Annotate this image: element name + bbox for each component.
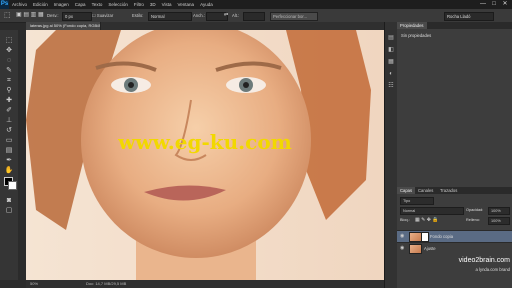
blend-mode-select[interactable]: Normal — [400, 207, 464, 215]
layers-panel: Tipo Normal Opacidad: 100% Bloq.: ▦ ✎ ✥ … — [397, 194, 512, 288]
crop-icon[interactable]: ⌗ — [3, 76, 15, 85]
layer-mask-thumbnail — [421, 232, 429, 242]
swatches-icon[interactable]: ▦ — [387, 58, 395, 66]
brush-icon[interactable]: ✐ — [3, 106, 15, 115]
layer-name[interactable]: Ajuste — [424, 243, 436, 254]
style-label: Estilo: — [132, 13, 144, 18]
lock-row: Bloq.: ▦ ✎ ✥ 🔒 Relleno: 100% — [397, 215, 512, 225]
document-canvas[interactable]: www.eg-ku.com — [26, 30, 384, 280]
smooth-checkbox[interactable]: ☐ Suavizar — [92, 12, 113, 19]
maximize-button[interactable]: □ — [489, 0, 499, 9]
tab-layers[interactable]: Capas — [397, 187, 416, 194]
lock-icons[interactable]: ▦ ✎ ✥ 🔒 — [415, 215, 439, 225]
menu-vista[interactable]: Vista — [159, 2, 175, 7]
menu-imagen[interactable]: Imagen — [51, 2, 72, 7]
adjustments-icon[interactable]: ◐ — [387, 70, 395, 78]
quick-selection-icon[interactable]: ✎ — [3, 66, 15, 75]
lasso-icon[interactable]: ◌ — [3, 56, 15, 65]
smooth-label: Suavizar — [96, 13, 114, 18]
gradient-icon[interactable]: ▤ — [3, 146, 15, 155]
properties-empty-label: Sin propiedades — [401, 33, 432, 38]
brand-subtitle: a lynda.com brand — [475, 267, 510, 272]
visibility-eye-icon[interactable]: ◉ — [400, 243, 406, 254]
eyedropper-icon[interactable]: ⚲ — [3, 86, 15, 95]
menu-texto[interactable]: Texto — [89, 2, 106, 7]
layers-panel-header: Capas Canales Trazados — [397, 187, 512, 194]
fill-label: Relleno: — [466, 218, 480, 222]
document-tab[interactable]: lateras.jpg al 50% (Fondo copia, RGB/8) … — [26, 22, 101, 30]
opacity-label: Opacidad: — [466, 208, 484, 212]
zoom-level[interactable]: 50% — [30, 280, 38, 288]
menu-ventana[interactable]: Ventana — [175, 2, 198, 7]
swap-icon[interactable]: ⇄ — [224, 12, 228, 19]
portrait-photo — [26, 30, 384, 280]
quick-mask-icon[interactable]: ◙ — [3, 196, 15, 205]
workspace-select[interactable]: Rocha Lladó — [444, 12, 494, 21]
pen-icon[interactable]: ✒ — [3, 156, 15, 165]
move-icon[interactable]: ✥ — [3, 46, 15, 55]
eraser-icon[interactable]: ▭ — [3, 136, 15, 145]
menu-3d[interactable]: 3D — [147, 2, 159, 7]
tab-paths[interactable]: Trazados — [437, 187, 460, 194]
selection-mode-icons[interactable]: ▣ ▤ ▥ ▦ — [16, 12, 44, 19]
filter-select[interactable]: Tipo — [400, 197, 434, 205]
layer-row[interactable]: ◉ Fondo copia — [397, 230, 512, 242]
hand-icon[interactable]: ✋ — [3, 166, 15, 175]
clone-stamp-icon[interactable]: ⊥ — [3, 116, 15, 125]
height-input[interactable] — [243, 12, 265, 21]
menu-ayuda[interactable]: Ayuda — [197, 2, 216, 7]
panel-icon-strip: ▤ ◧ ▦ ◐ ☷ — [384, 22, 398, 288]
fill-input[interactable]: 100% — [488, 217, 510, 225]
menu-filtro[interactable]: Filtro — [131, 2, 147, 7]
panel-dock: Propiedades Sin propiedades Capas Canale… — [397, 22, 512, 288]
feather-input[interactable]: 0 px — [62, 12, 92, 21]
layer-filter-row: Tipo — [397, 195, 512, 205]
app-logo: Ps — [0, 0, 9, 9]
menu-edicion[interactable]: Edición — [30, 2, 51, 7]
width-label: Anch.: — [193, 13, 205, 18]
refine-edge-button[interactable]: Perfeccionar bor... — [270, 12, 318, 21]
background-color-swatch[interactable] — [8, 181, 17, 190]
menu-capa[interactable]: Capa — [72, 2, 89, 7]
properties-panel-header: Propiedades — [397, 22, 512, 29]
properties-panel — [397, 29, 512, 187]
tools-panel: ⬚ ✥ ◌ ✎ ⌗ ⚲ ✚ ✐ ⊥ ↺ ▭ ▤ ✒ ✋ ◙ ▢ — [0, 30, 19, 280]
styles-icon[interactable]: ☷ — [387, 82, 395, 90]
minimize-button[interactable]: — — [478, 0, 488, 9]
close-button[interactable]: ✕ — [500, 0, 510, 9]
feather-label: Desv.: — [47, 13, 59, 18]
menu-bar: Ps Archivo Edición Imagen Capa Texto Sel… — [0, 0, 512, 9]
marquee-tool-icon[interactable]: ⬚ — [4, 12, 11, 19]
visibility-eye-icon[interactable]: ◉ — [400, 231, 406, 242]
opacity-input[interactable]: 100% — [488, 207, 510, 215]
height-label: Alt.: — [232, 13, 240, 18]
menu-archivo[interactable]: Archivo — [9, 2, 30, 7]
history-brush-icon[interactable]: ↺ — [3, 126, 15, 135]
layer-row[interactable]: ◉ Ajuste — [397, 242, 512, 254]
canvas-gutter — [18, 30, 26, 280]
marquee-icon[interactable]: ⬚ — [3, 36, 15, 45]
screen-mode-icon[interactable]: ▢ — [3, 206, 15, 215]
properties-icon[interactable]: ◧ — [387, 46, 395, 54]
site-watermark: www.eg-ku.com — [118, 130, 292, 154]
doc-size: Doc: 14,7 MB/29,5 MB — [86, 281, 127, 286]
tab-channels[interactable]: Canales — [415, 187, 436, 194]
tab-properties[interactable]: Propiedades — [397, 22, 427, 29]
status-bar: 50% Doc: 14,7 MB/29,5 MB — [26, 280, 384, 288]
layer-name[interactable]: Fondo copia — [430, 231, 453, 242]
style-select[interactable]: Normal — [148, 12, 192, 21]
layer-thumbnail — [409, 244, 422, 254]
history-icon[interactable]: ▤ — [387, 34, 395, 42]
brand-logo: video2brain.com — [458, 257, 510, 264]
healing-brush-icon[interactable]: ✚ — [3, 96, 15, 105]
lock-label: Bloq.: — [400, 218, 410, 222]
options-bar: ⬚ ▣ ▤ ▥ ▦ Desv.: 0 px ☐ Suavizar Estilo:… — [0, 9, 512, 23]
menu-seleccion[interactable]: Selección — [105, 2, 131, 7]
blend-row: Normal Opacidad: 100% — [397, 205, 512, 215]
